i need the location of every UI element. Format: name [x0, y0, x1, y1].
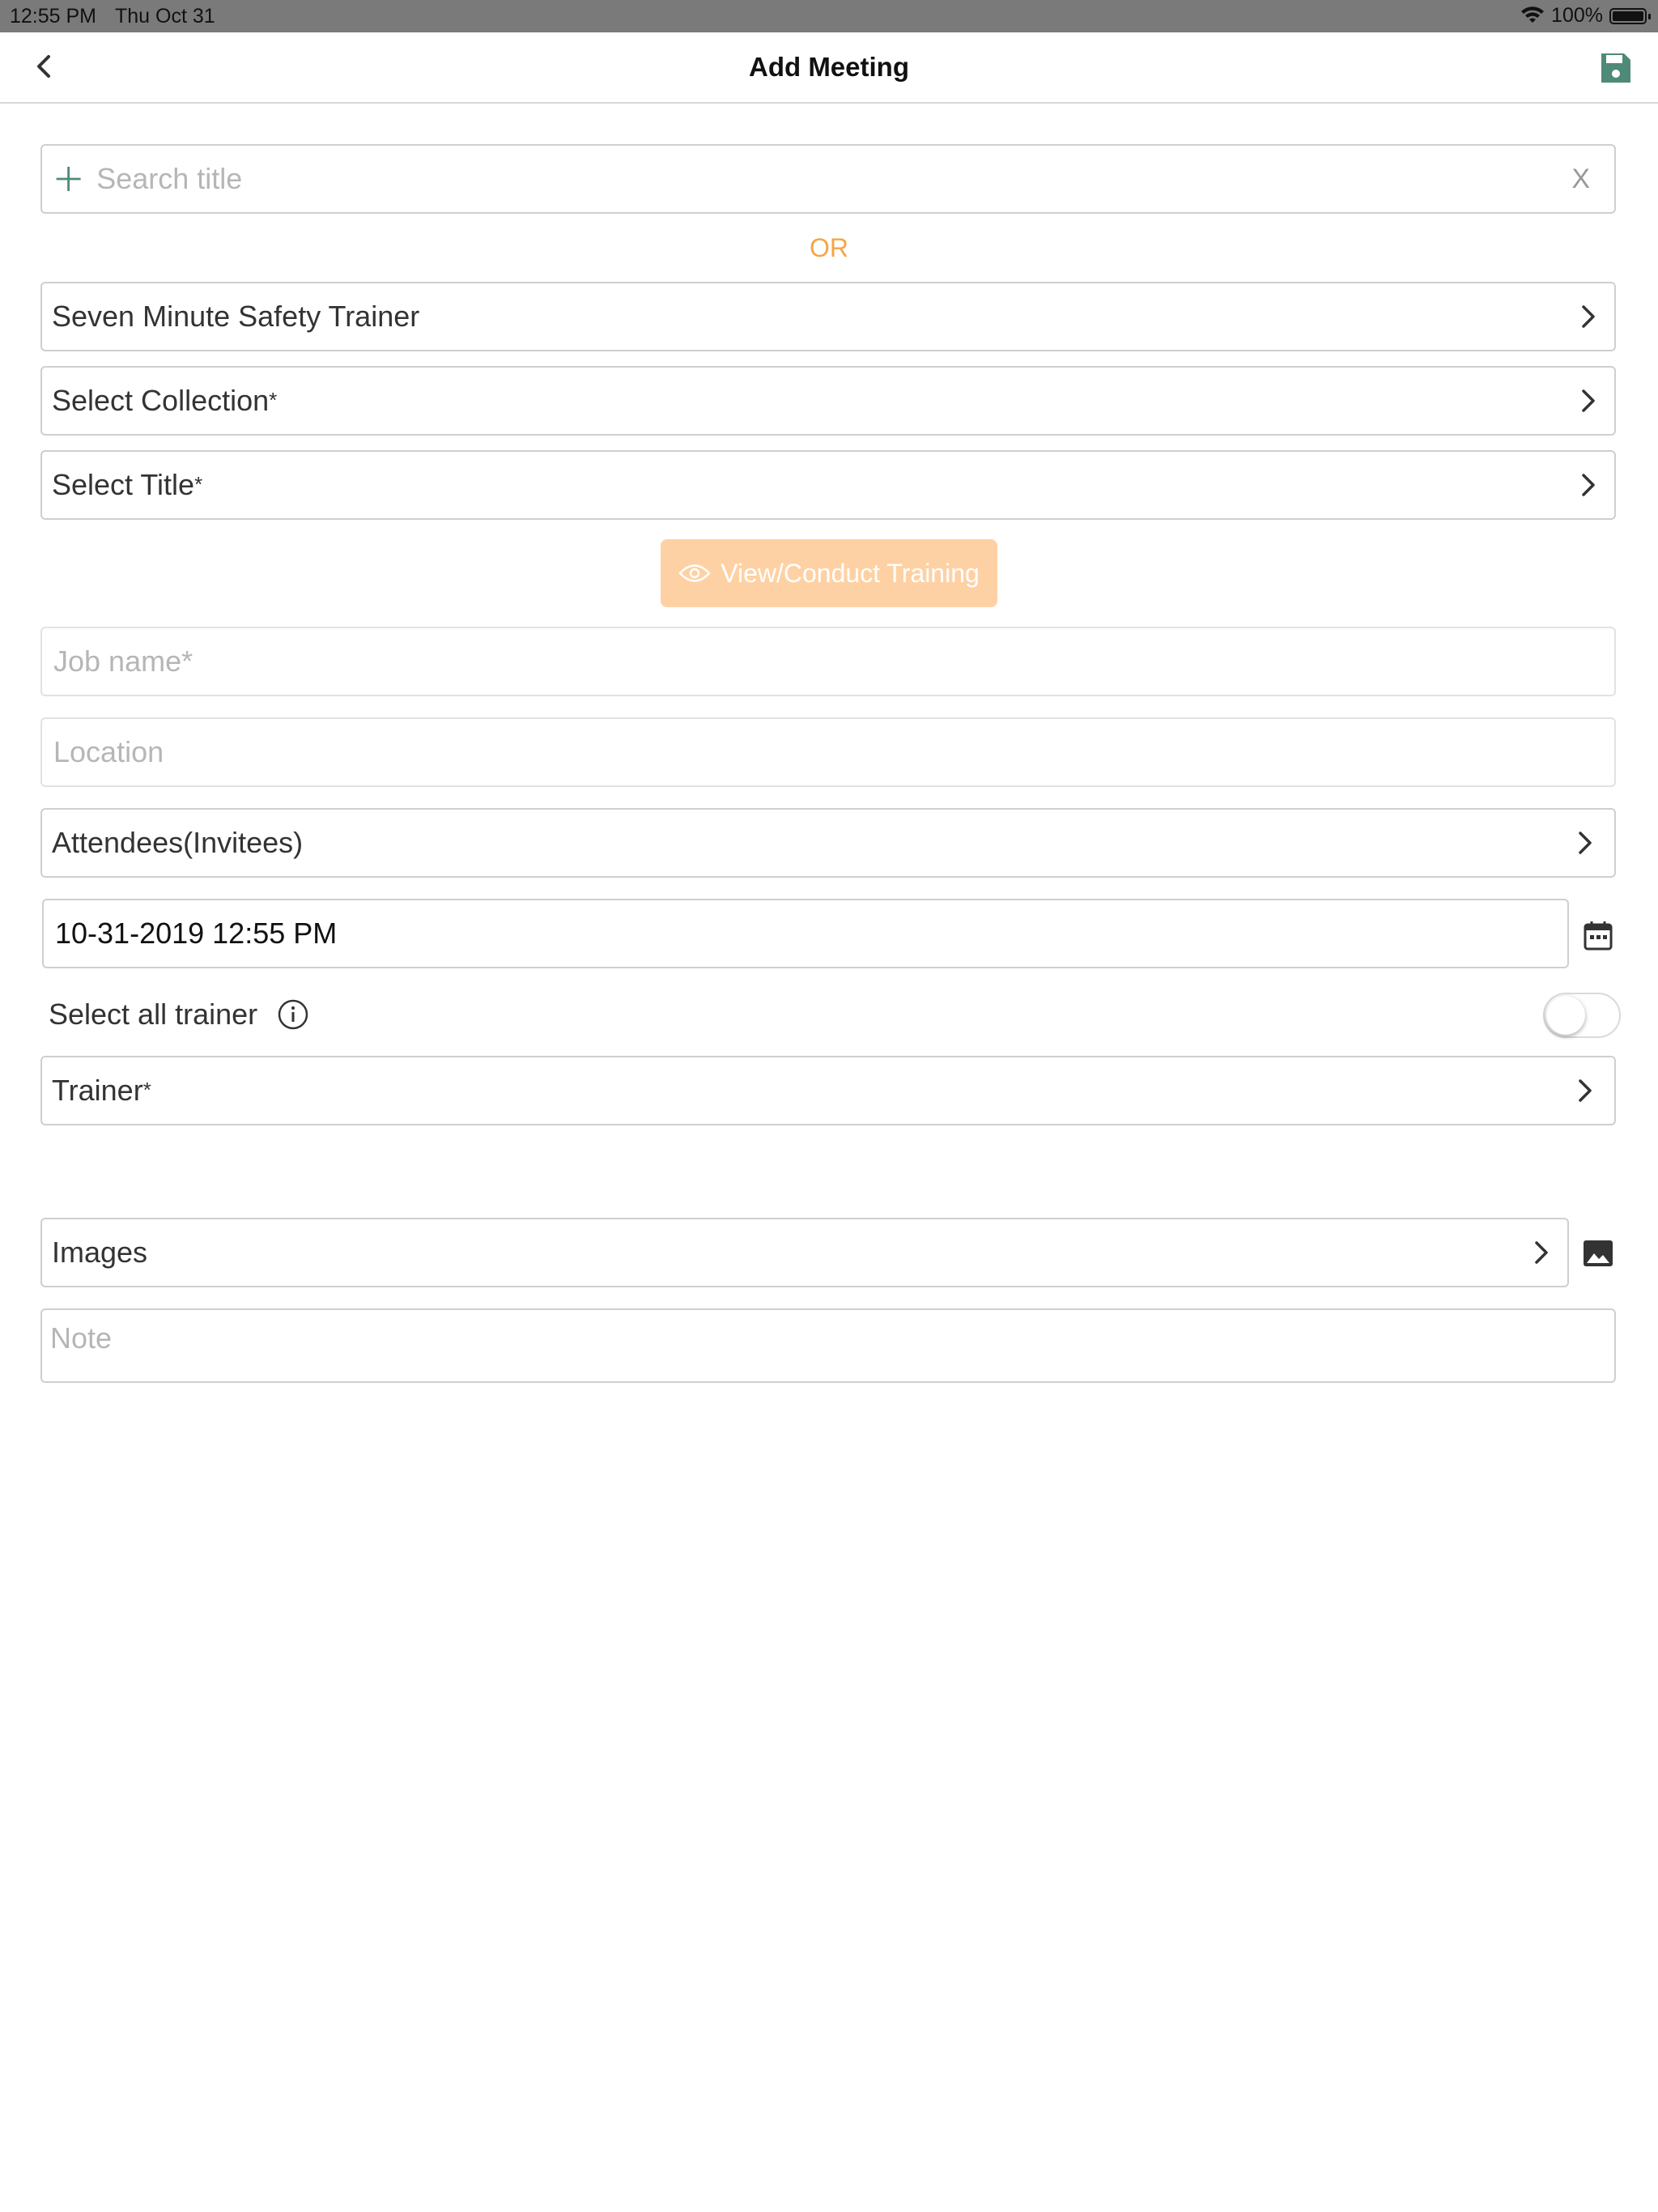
calendar-icon[interactable] — [1580, 918, 1616, 954]
image-gallery-icon[interactable] — [1580, 1236, 1616, 1271]
collection-selector-label: Select Collection — [52, 384, 270, 417]
required-mark: * — [194, 472, 203, 496]
required-mark: * — [142, 1078, 151, 1102]
title-selector-label-wrap: Select Title* — [42, 468, 1574, 502]
title-selector-label: Select Title — [52, 468, 195, 501]
chevron-right-icon — [1579, 1079, 1592, 1102]
save-floppy-icon[interactable] — [1598, 50, 1634, 86]
wifi-icon — [1521, 6, 1545, 23]
view-conduct-training-button[interactable]: View/Conduct Training — [661, 539, 997, 607]
collection-selector[interactable]: Select Collection* — [40, 366, 1616, 436]
datetime-value: 10-31-2019 12:55 PM — [55, 917, 338, 950]
or-divider: OR — [810, 233, 848, 262]
status-bar: 12:55 PM Thu Oct 31 100% — [0, 0, 1658, 32]
required-mark: * — [269, 388, 278, 412]
note-field[interactable] — [40, 1308, 1616, 1383]
chevron-right-icon — [1582, 389, 1595, 412]
chevron-right-icon — [1582, 474, 1595, 496]
view-conduct-training-label: View/Conduct Training — [721, 558, 980, 588]
info-icon[interactable] — [277, 998, 309, 1031]
status-time: 12:55 PM — [10, 5, 97, 28]
chevron-right-icon — [1582, 305, 1595, 328]
select-all-trainer-toggle[interactable] — [1543, 993, 1621, 1038]
attendees-label: Attendees(Invitees) — [52, 826, 304, 859]
status-right: 100% — [1520, 4, 1651, 28]
title-selector[interactable]: Select Title* — [40, 450, 1616, 520]
trainer-selector[interactable]: Trainer* — [40, 1056, 1616, 1125]
collection-selector-label-wrap: Select Collection* — [42, 384, 1574, 418]
job-name-input[interactable] — [42, 644, 1614, 679]
trainer-label-wrap: Trainer* — [42, 1074, 1571, 1108]
search-title-field[interactable]: X — [40, 144, 1616, 214]
plus-icon[interactable] — [52, 161, 85, 197]
course-selector-label: Seven Minute Safety Trainer — [52, 300, 420, 333]
search-title-input[interactable] — [85, 161, 1572, 197]
location-input[interactable] — [42, 734, 1614, 770]
trainer-label: Trainer — [52, 1074, 143, 1107]
battery-percent: 100% — [1551, 4, 1603, 27]
course-selector[interactable]: Seven Minute Safety Trainer — [40, 282, 1616, 351]
toggle-knob — [1546, 996, 1585, 1035]
chevron-right-icon — [1579, 832, 1592, 854]
navigation-bar: Add Meeting — [0, 32, 1658, 104]
status-date: Thu Oct 31 — [115, 5, 215, 28]
select-all-trainer-label: Select all trainer — [49, 998, 258, 1031]
battery-icon — [1609, 7, 1651, 24]
clear-search-button[interactable]: X — [1571, 164, 1590, 195]
select-all-trainer-row: Select all trainer — [49, 998, 309, 1032]
note-textarea[interactable] — [42, 1310, 1614, 1381]
images-label: Images — [52, 1236, 148, 1269]
location-field[interactable] — [40, 717, 1616, 787]
chevron-right-icon — [1535, 1241, 1548, 1264]
images-selector[interactable]: Images — [40, 1218, 1569, 1287]
datetime-field[interactable]: 10-31-2019 12:55 PM — [42, 899, 1569, 968]
page-title: Add Meeting — [749, 52, 909, 82]
eye-icon — [678, 564, 711, 582]
job-name-field[interactable] — [40, 627, 1616, 696]
attendees-selector[interactable]: Attendees(Invitees) — [40, 808, 1616, 878]
